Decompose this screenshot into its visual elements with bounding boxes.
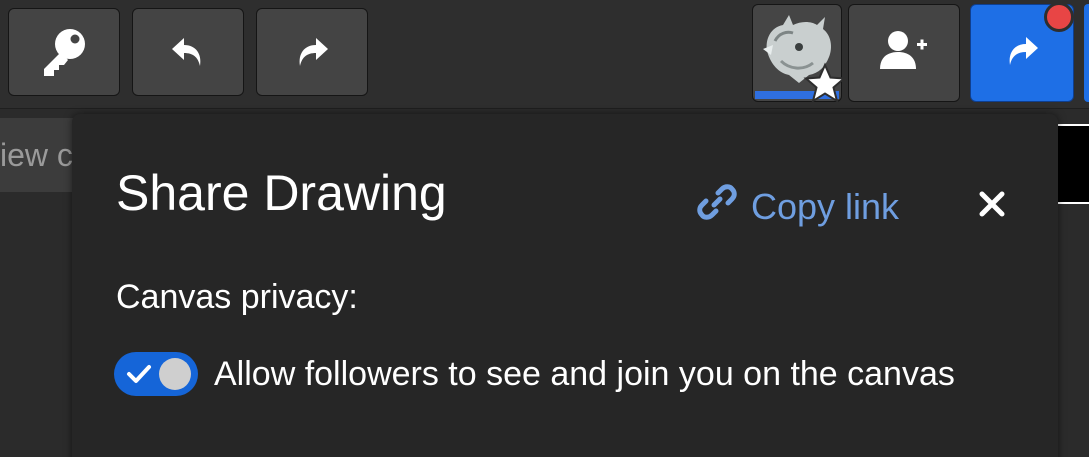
overflow-button-edge[interactable] [1084, 4, 1089, 102]
add-user-icon [878, 29, 930, 78]
undo-icon [166, 30, 210, 74]
check-icon [126, 362, 152, 391]
key-button[interactable] [8, 8, 120, 96]
key-icon [36, 24, 92, 80]
close-button[interactable] [974, 188, 1010, 224]
dialog-title: Share Drawing [116, 165, 447, 221]
app-root: iew c Share Drawing Copy link Canvas pri… [0, 0, 1089, 457]
followers-toggle-label: Allow followers to see and join you on t… [214, 354, 955, 393]
copy-link-label: Copy link [751, 185, 900, 227]
top-toolbar [0, 0, 1089, 109]
canvas-privacy-heading: Canvas privacy: [116, 278, 358, 316]
share-drawing-dialog: Share Drawing Copy link Canvas privacy: … [72, 114, 1058, 457]
invite-user-button[interactable] [848, 4, 960, 102]
link-icon [697, 182, 751, 231]
star-icon [803, 62, 847, 111]
followers-toggle[interactable] [114, 352, 198, 396]
redo-button[interactable] [256, 8, 368, 96]
share-arrow-icon [1000, 29, 1044, 78]
undo-button[interactable] [132, 8, 244, 96]
copy-link-button[interactable]: Copy link [697, 182, 899, 231]
background-tab-label: iew c [0, 137, 73, 173]
followers-toggle-row: Allow followers to see and join you on t… [114, 352, 955, 396]
redo-icon [290, 30, 334, 74]
toggle-knob [159, 358, 191, 390]
close-icon [978, 190, 1006, 223]
notification-dot [1044, 2, 1074, 32]
user-avatar-button[interactable] [752, 4, 847, 104]
